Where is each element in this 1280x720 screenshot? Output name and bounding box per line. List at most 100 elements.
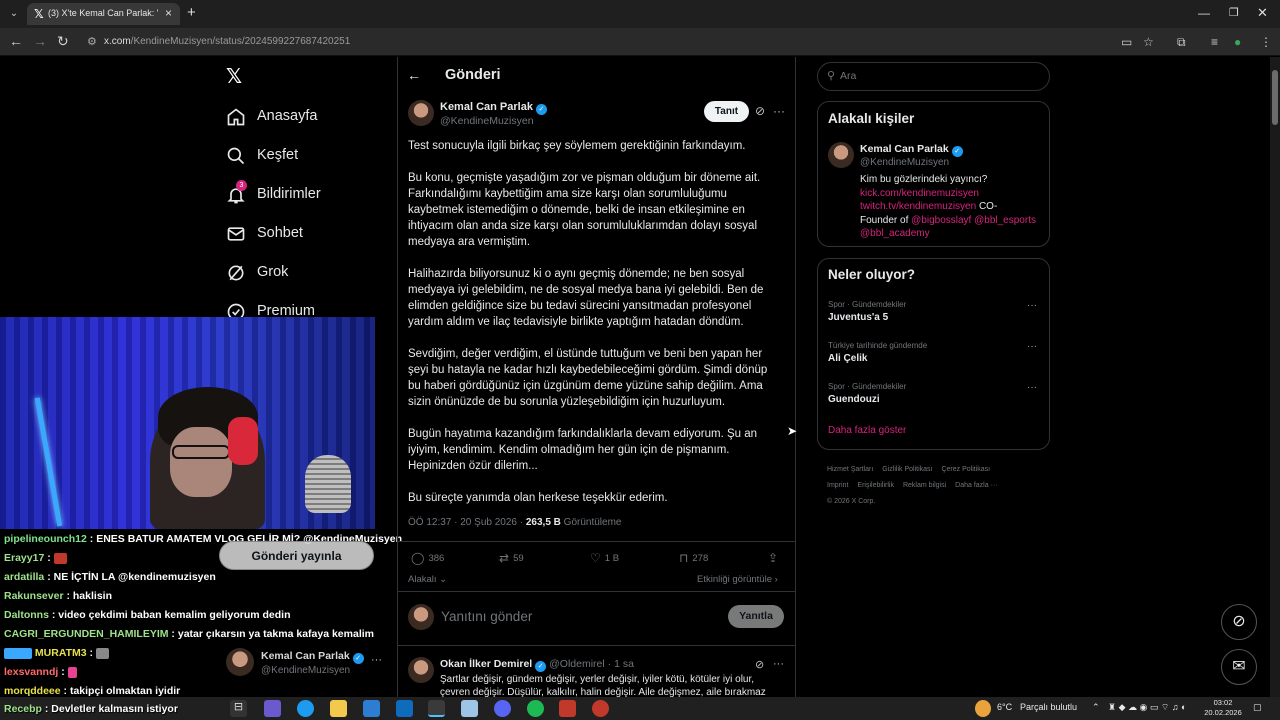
- post-button[interactable]: Gönderi yayınla: [219, 541, 374, 570]
- emote-icon: [53, 552, 67, 564]
- repost-action[interactable]: ⇄ 59: [499, 551, 524, 565]
- author-name[interactable]: Kemal Can Parlak ✓: [440, 101, 547, 115]
- browser-menu-icon[interactable]: ⋮: [1260, 35, 1272, 49]
- profile-icon[interactable]: ●: [1234, 35, 1241, 49]
- trend-category: Spor · Gündemdekiler: [828, 382, 907, 391]
- promote-button[interactable]: Tanıt: [704, 101, 749, 122]
- weather-desc[interactable]: Parçalı bulutlu: [1020, 702, 1077, 712]
- more-icon[interactable]: ···: [371, 654, 382, 666]
- more-icon[interactable]: ···: [1027, 300, 1037, 311]
- browser-tab[interactable]: 𝕏 (3) X'te Kemal Can Parlak: "Test ×: [27, 3, 180, 25]
- bio-link[interactable]: @bbl_esports: [974, 215, 1036, 226]
- back-icon[interactable]: ←: [9, 33, 23, 49]
- scrollbar-thumb[interactable]: [1272, 70, 1278, 125]
- back-arrow-icon[interactable]: ←: [407, 67, 421, 83]
- like-action[interactable]: ♡ 1 B: [590, 551, 619, 565]
- outlook-icon[interactable]: [396, 700, 413, 717]
- reply-input[interactable]: Yanıtını gönder: [441, 609, 532, 624]
- grok-icon[interactable]: ⊘: [755, 658, 764, 671]
- tray-chevron-icon[interactable]: ⌃: [1092, 702, 1100, 713]
- nav-item-notifications[interactable]: 3 Bildirimler: [226, 180, 376, 208]
- chat-message: Daltonns : video çekdimi baban kemalim g…: [4, 609, 291, 621]
- bio-link[interactable]: @bigbosslayf: [911, 215, 971, 226]
- window-close-icon[interactable]: ✕: [1257, 5, 1268, 21]
- show-more-link[interactable]: Daha fazla göster: [828, 425, 906, 436]
- cast-icon[interactable]: ▭: [1121, 35, 1132, 49]
- comment-avatar[interactable]: [408, 657, 434, 683]
- footer-link[interactable]: Çerez Politikası: [941, 466, 990, 473]
- notification-center-icon[interactable]: ▢: [1253, 702, 1262, 713]
- bio-link[interactable]: twitch.tv/kendinemuzisyen: [860, 201, 976, 212]
- view-activity-link[interactable]: Etkinliği görüntüle ›: [697, 574, 778, 585]
- trend-name[interactable]: Juventus'a 5: [828, 312, 888, 323]
- footer-link[interactable]: Imprint: [827, 482, 848, 489]
- reply-button[interactable]: Yanıtla: [728, 605, 784, 628]
- tray-icons[interactable]: ♜ ◆ ☁ ◉ ▭ ⌔ ♫ ◐: [1108, 702, 1187, 713]
- discord-icon[interactable]: [494, 700, 511, 717]
- edge-icon[interactable]: [297, 700, 314, 717]
- grok-icon[interactable]: ⊘: [755, 104, 765, 118]
- footer-link[interactable]: Gizlilik Politikası: [882, 466, 932, 473]
- new-tab-icon[interactable]: +: [187, 4, 196, 21]
- related-person-handle: @KendineMuzisyen: [860, 157, 950, 168]
- related-dropdown[interactable]: Alakalı ⌄: [408, 574, 447, 585]
- footer-link[interactable]: Reklam bilgisi: [903, 482, 946, 489]
- spotify-icon[interactable]: [527, 700, 544, 717]
- tweet-paragraph: Sevdiğim, değer verdiğim, el üstünde tut…: [408, 348, 768, 408]
- url-bar[interactable]: ⚙ x.com/KendineMuzisyen/status/202459922…: [82, 31, 1110, 53]
- bookmark-action[interactable]: ⊓ 278: [679, 551, 708, 565]
- task-view-icon[interactable]: ⊟: [230, 700, 247, 717]
- heart-icon: ♡: [590, 551, 601, 565]
- more-icon[interactable]: ···: [773, 104, 785, 118]
- footer-link[interactable]: Hizmet Şartları: [827, 466, 873, 473]
- tab-close-icon[interactable]: ×: [165, 6, 172, 20]
- comment-author[interactable]: Okan İlker Demirel ✓ @Oldemirel · 1 sa: [440, 658, 634, 672]
- related-person-name[interactable]: Kemal Can Parlak ✓: [860, 143, 963, 157]
- extensions-icon[interactable]: ⧉: [1177, 35, 1186, 50]
- reload-icon[interactable]: ↻: [57, 33, 69, 50]
- avatar[interactable]: [828, 142, 854, 168]
- store-icon[interactable]: [363, 700, 380, 717]
- verified-icon: ✓: [352, 653, 364, 664]
- scrollbar[interactable]: [1270, 57, 1280, 697]
- file-explorer-icon[interactable]: [330, 700, 347, 717]
- search-input[interactable]: ⚲ Ara: [817, 62, 1050, 91]
- nav-item-chat[interactable]: Sohbet: [226, 223, 376, 247]
- messages-fab-button[interactable]: ✉: [1221, 649, 1257, 685]
- minimize-icon[interactable]: —: [1198, 6, 1210, 20]
- tab-search-icon[interactable]: ⌄: [6, 6, 22, 22]
- author-avatar[interactable]: [408, 100, 434, 126]
- bookmark-star-icon[interactable]: ☆: [1143, 35, 1154, 49]
- more-icon[interactable]: ···: [1027, 341, 1037, 352]
- chrome-icon[interactable]: [428, 700, 445, 717]
- restore-icon[interactable]: ❐: [1229, 6, 1239, 19]
- grok-fab-button[interactable]: ⊘: [1221, 604, 1257, 640]
- mail-icon: [227, 227, 245, 241]
- trend-name[interactable]: Ali Çelik: [828, 353, 867, 364]
- nav-item-grok[interactable]: Grok: [226, 262, 376, 286]
- copilot-icon[interactable]: [264, 700, 281, 717]
- related-person-bio: Kim bu gözlerindeki yayıncı? kick.com/ke…: [860, 173, 1044, 241]
- trend-name[interactable]: Guendouzi: [828, 394, 880, 405]
- site-info-icon[interactable]: ⚙: [87, 35, 97, 48]
- bio-link[interactable]: kick.com/kendinemuzisyen: [860, 187, 1044, 201]
- footer-link[interactable]: Daha fazla ···: [955, 482, 997, 489]
- more-icon[interactable]: ···: [1027, 382, 1037, 393]
- reply-action[interactable]: ◯ 386: [411, 551, 444, 565]
- notepad-icon[interactable]: [461, 700, 478, 717]
- bio-link[interactable]: @bbl_academy: [860, 227, 1044, 241]
- clock[interactable]: 03:02 20.02.2026: [1203, 698, 1243, 718]
- more-icon[interactable]: ···: [773, 658, 784, 670]
- author-handle[interactable]: @KendineMuzisyen: [440, 115, 534, 127]
- account-switcher[interactable]: Kemal Can Parlak ✓ @KendineMuzisyen ···: [226, 648, 386, 682]
- x-logo[interactable]: 𝕏: [226, 64, 242, 89]
- footer-link[interactable]: Erişilebilirlik: [857, 482, 894, 489]
- nav-item-explore[interactable]: Keşfet: [226, 145, 376, 169]
- forward-icon[interactable]: →: [33, 33, 47, 49]
- nav-item-home[interactable]: Anasayfa: [226, 106, 376, 130]
- obs-icon[interactable]: [592, 700, 609, 717]
- streaming-app-icon[interactable]: [559, 700, 576, 717]
- share-action[interactable]: ⇪: [768, 551, 782, 565]
- weather-temp[interactable]: 6°C: [997, 702, 1012, 712]
- media-icon[interactable]: ≡: [1211, 35, 1218, 49]
